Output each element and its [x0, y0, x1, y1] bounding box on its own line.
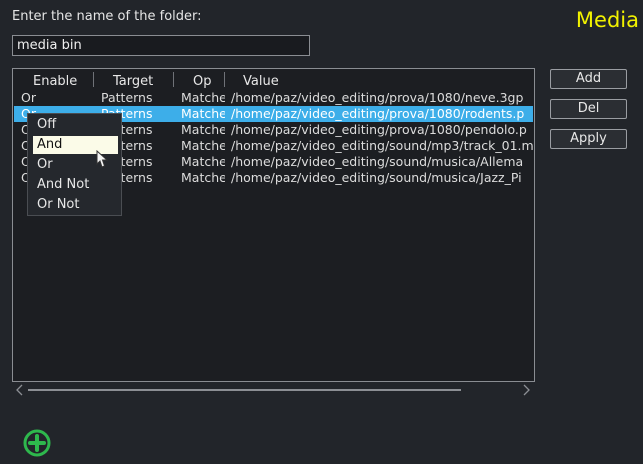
- folder-name-input[interactable]: [12, 35, 310, 56]
- cell-value: /home/paz/video_editing/prova/1080/pendo…: [231, 122, 527, 137]
- column-separator: [173, 72, 174, 87]
- cell-target: Patterns: [101, 90, 153, 105]
- menu-item-or-not[interactable]: Or Not: [33, 196, 118, 214]
- del-button[interactable]: Del: [550, 99, 627, 119]
- table-row[interactable]: Or Patterns Matches/home/paz/video_editing…: [14, 90, 533, 106]
- scrollbar-thumb[interactable]: [28, 389, 461, 391]
- cell-value: /home/paz/video_editing/prova/1080/roden…: [231, 106, 525, 121]
- cell-value: /home/paz/video_editing/sound/musica/All…: [231, 154, 524, 169]
- chevron-left-icon[interactable]: [15, 383, 25, 397]
- dialog-title: Media: [575, 8, 639, 32]
- column-header-target[interactable]: Target: [113, 74, 153, 89]
- cell-op: Matches: [181, 122, 225, 137]
- chevron-right-icon[interactable]: [521, 383, 531, 397]
- mouse-pointer-icon: [96, 150, 109, 168]
- horizontal-scrollbar[interactable]: [12, 383, 535, 397]
- plus-circle-icon[interactable]: [23, 429, 53, 459]
- column-header-enable[interactable]: Enable: [33, 74, 77, 89]
- menu-item-off[interactable]: Off: [33, 116, 118, 134]
- folder-prompt: Enter the name of the folder:: [12, 9, 202, 24]
- cell-op: Matches: [181, 90, 225, 105]
- add-button[interactable]: Add: [550, 69, 627, 89]
- cell-value: /home/paz/video_editing/prova/1080/neve.…: [231, 90, 524, 105]
- menu-item-and-not[interactable]: And Not: [33, 176, 118, 194]
- cell-op: Matches: [181, 138, 225, 153]
- cell-enable: Or: [21, 90, 36, 105]
- cell-op: Matches: [181, 170, 225, 185]
- column-separator: [93, 72, 94, 87]
- column-header-op[interactable]: Op: [193, 74, 211, 89]
- apply-button[interactable]: Apply: [550, 129, 627, 149]
- column-separator: [224, 72, 225, 87]
- cell-value: /home/paz/video_editing/sound/musica/Jaz…: [231, 170, 522, 185]
- cell-op: Matches: [181, 106, 225, 121]
- column-header-value[interactable]: Value: [243, 74, 279, 89]
- cell-value: /home/paz/video_editing/sound/mp3/track_…: [231, 138, 533, 153]
- cell-op: Matches: [181, 154, 225, 169]
- table-header: Enable Target Op Value: [13, 69, 534, 91]
